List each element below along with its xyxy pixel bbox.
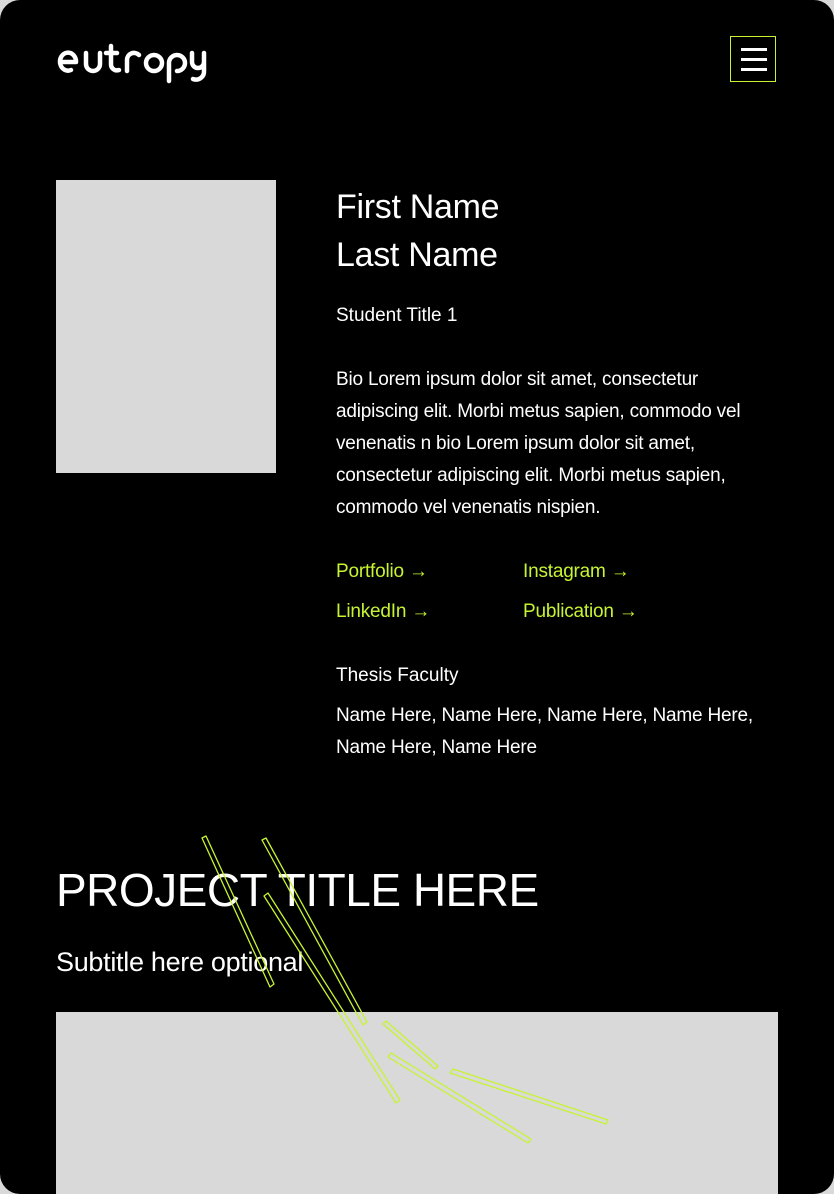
student-title: Student Title 1 xyxy=(336,305,458,326)
svg-text:entropy: entropy xyxy=(57,38,61,39)
portfolio-link[interactable]: Portfolio → xyxy=(336,559,428,585)
student-bio: Bio Lorem ipsum dolor sit amet, consecte… xyxy=(336,369,741,518)
first-name: First Name xyxy=(336,188,500,226)
project-image-placeholder xyxy=(56,1012,778,1194)
linkedin-link[interactable]: LinkedIn → xyxy=(336,599,430,625)
entropy-logo[interactable]: entropy xyxy=(57,38,217,86)
last-name: Last Name xyxy=(336,236,498,274)
project-page: entropy First Name Last Name Student Tit… xyxy=(0,0,834,1194)
student-name: First Name Last Name xyxy=(336,183,500,279)
publication-link[interactable]: Publication → xyxy=(523,599,638,625)
thesis-faculty-heading: Thesis Faculty xyxy=(336,665,459,686)
instagram-link[interactable]: Instagram → xyxy=(523,559,630,585)
project-subtitle: Subtitle here optional xyxy=(56,947,304,977)
student-portrait-placeholder xyxy=(56,180,276,473)
project-title: PROJECT TITLE HERE xyxy=(56,864,539,916)
menu-button[interactable] xyxy=(730,36,776,82)
thesis-faculty-names: Name Here, Name Here, Name Here, Name He… xyxy=(336,705,753,758)
